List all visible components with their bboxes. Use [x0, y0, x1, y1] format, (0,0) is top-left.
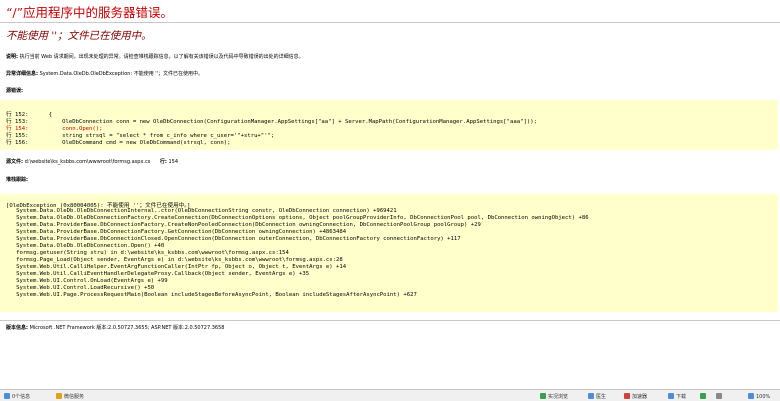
status-item-label: 医生 — [596, 394, 607, 400]
exception-row: 异常详细信息: System.Data.OleDb.OleDbException… — [6, 70, 203, 77]
stack-trace-box: [OleDbException (0x80004005): 不能使用 ''；文件… — [0, 194, 778, 312]
stack-line: System.Web.UI.Page.ProcessRequestMain(Bo… — [6, 292, 417, 298]
status-item-browse[interactable]: 实况浏览 — [540, 393, 568, 400]
download-icon — [668, 393, 674, 399]
status-item-sound[interactable] — [700, 393, 708, 400]
exception-label: 异常详细信息: — [6, 71, 39, 77]
browser-status-bar: 0个信息 微信服务 实况浏览 医生 加速器 下载 100% — [0, 389, 780, 401]
status-item-label: 加速器 — [632, 394, 648, 400]
error-header: “/”应用程序中的服务器错误。 — [0, 0, 780, 22]
stack-line: System.Data.ProviderBase.DbConnectionClo… — [6, 236, 461, 242]
accelerator-icon — [624, 393, 630, 399]
stack-line: System.Data.OleDb.OleDbConnectionFactory… — [6, 215, 589, 221]
description-row: 说明: 执行当前 Web 请求期间，出现未处理的异常。请检查堆栈跟踪信息，以了解… — [6, 53, 304, 60]
stack-trace-label: 堆栈跟踪: — [6, 177, 28, 183]
source-error-label: 源错误: — [6, 88, 23, 94]
code-line: 行 156: OleDbCommand cmd = new OleDbComma… — [6, 140, 231, 146]
exception-text: System.Data.OleDb.OleDbException: 不能使用 '… — [39, 71, 204, 77]
stack-line: formsg.Page_Load(Object sender, EventArg… — [6, 257, 343, 263]
status-item-label: 实况浏览 — [548, 394, 569, 400]
stack-line: System.Web.UI.Control.LoadRecursive() +5… — [6, 285, 155, 291]
description-text: 执行当前 Web 请求期间，出现未处理的异常。请检查堆栈跟踪信息，以了解有关该错… — [19, 54, 304, 60]
message-icon — [4, 393, 10, 399]
status-item-label: 下载 — [676, 394, 687, 400]
status-item-messages[interactable]: 0个信息 — [4, 393, 30, 400]
zoom-level[interactable]: 100% — [748, 393, 770, 400]
source-file-row: 源文件: d:\website\ks_ksbbs.com\wwwroot\for… — [6, 158, 178, 165]
stack-line: System.Data.OleDb.OleDbConnectionInterna… — [6, 208, 397, 214]
status-item-wechat[interactable]: 微信服务 — [56, 393, 84, 400]
line-label: 行: — [159, 159, 167, 165]
version-text: Microsoft .NET Framework 版本:2.0.50727.36… — [29, 325, 225, 331]
stack-line: System.Web.Util.CalliEventHandlerDelegat… — [6, 271, 310, 277]
error-subtitle: 不能使用 ''；文件已在使用中。 — [6, 30, 152, 42]
zoom-icon — [748, 393, 754, 399]
zoom-level-label: 100% — [756, 394, 771, 400]
wechat-icon — [56, 393, 62, 399]
doctor-icon — [588, 393, 594, 399]
description-label: 说明: — [6, 54, 18, 60]
line-number: 154 — [168, 159, 179, 165]
browse-icon — [540, 393, 546, 399]
page-title: “/”应用程序中的服务器错误。 — [6, 5, 173, 20]
status-item-label: 0个信息 — [12, 394, 31, 400]
status-item-accelerator[interactable]: 加速器 — [624, 393, 647, 400]
status-item-settings[interactable] — [716, 393, 724, 400]
stack-line: formsg.getuser(String stru) in d:\websit… — [6, 250, 289, 256]
status-item-doctor[interactable]: 医生 — [588, 393, 606, 400]
stack-line: System.Data.OleDb.OleDbConnection.Open()… — [6, 243, 165, 249]
version-row: 版本信息: Microsoft .NET Framework 版本:2.0.50… — [6, 324, 224, 331]
footer-divider — [0, 320, 780, 321]
stack-line: System.Data.ProviderBase.DbConnectionFac… — [6, 222, 481, 228]
speaker-icon — [700, 393, 706, 399]
source-error-heading: 源错误: — [6, 87, 23, 94]
version-label: 版本信息: — [6, 325, 28, 331]
title-divider — [0, 22, 780, 23]
gear-icon — [716, 393, 722, 399]
stack-line: System.Web.UI.Control.OnLoad(EventArgs e… — [6, 278, 168, 284]
stack-line: System.Data.ProviderBase.DbConnectionFac… — [6, 229, 347, 235]
source-code-box: 行 152: { 行 153: OleDbConnection conn = n… — [0, 100, 778, 150]
stack-heading: 堆栈跟踪: — [6, 176, 28, 183]
status-item-download[interactable]: 下载 — [668, 393, 686, 400]
stack-line: System.Web.Util.CalliHelper.EventArgFunc… — [6, 264, 347, 270]
source-file-path: d:\website\ks_ksbbs.com\wwwroot\formsg.a… — [24, 159, 151, 165]
status-item-label: 微信服务 — [64, 394, 85, 400]
source-file-label: 源文件: — [6, 159, 23, 165]
